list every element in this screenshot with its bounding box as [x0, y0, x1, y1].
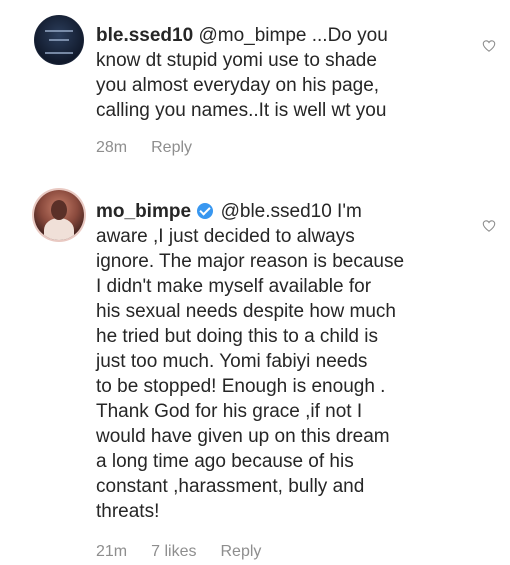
likes-count[interactable]: 7 likes — [151, 543, 196, 560]
comment-line: just too much. Yomi fabiyi needs — [96, 351, 368, 372]
comment-line: constant ,harassment, bully and — [96, 476, 365, 497]
comment-line-first: mo_bimpe @ble.ssed10 I'm — [96, 199, 476, 224]
commenter-avatar[interactable] — [34, 15, 84, 65]
commenter-avatar[interactable] — [34, 190, 84, 240]
comment-line: would have given up on this dream — [96, 426, 390, 447]
comment-line: know dt stupid yomi use to shade — [96, 50, 377, 71]
verified-badge-icon — [197, 203, 214, 219]
comment-username[interactable]: ble.ssed10 — [96, 25, 193, 46]
comment-mention: @ble.ssed10 I'm — [220, 201, 362, 222]
reply-button[interactable]: Reply — [220, 543, 261, 560]
comment-line: I didn't make myself available for — [96, 276, 372, 297]
comment-line: a long time ago because of his — [96, 451, 354, 472]
comment-line: threats! — [96, 501, 160, 522]
reply-button[interactable]: Reply — [151, 139, 192, 156]
comment-text: mo_bimpe @ble.ssed10 I'm aware ,I just d… — [96, 199, 476, 524]
avatar-face — [51, 200, 67, 220]
comment-line: @mo_bimpe ...Do you — [198, 25, 388, 46]
heart-outline-icon[interactable] — [482, 220, 496, 232]
comment-meta: 28m Reply — [96, 139, 192, 157]
avatar-figure — [44, 218, 74, 240]
comment-line-first: ble.ssed10 @mo_bimpe ...Do you — [96, 23, 476, 48]
comment-line: to be stopped! Enough is enough . — [96, 376, 386, 397]
comment-line: you almost everyday on his page, — [96, 75, 380, 96]
comment-username[interactable]: mo_bimpe — [96, 201, 191, 222]
avatar-logo-mark — [45, 30, 73, 54]
comment-line: Thank God for his grace ,if not I — [96, 401, 363, 422]
comment-timestamp: 21m — [96, 543, 128, 560]
heart-outline-icon[interactable] — [482, 40, 496, 52]
comment-line: aware ,I just decided to always — [96, 226, 355, 247]
comment-timestamp: 28m — [96, 139, 128, 156]
comment-meta: 21m 7 likes Reply — [96, 543, 261, 561]
comment-line: his sexual needs despite how much — [96, 301, 396, 322]
comment-line: ignore. The major reason is because — [96, 251, 405, 272]
comment-line: calling you names..It is well wt you — [96, 100, 387, 121]
comment-text: ble.ssed10 @mo_bimpe ...Do you know dt s… — [96, 23, 476, 123]
comment-line: he tried but doing this to a child is — [96, 326, 379, 347]
